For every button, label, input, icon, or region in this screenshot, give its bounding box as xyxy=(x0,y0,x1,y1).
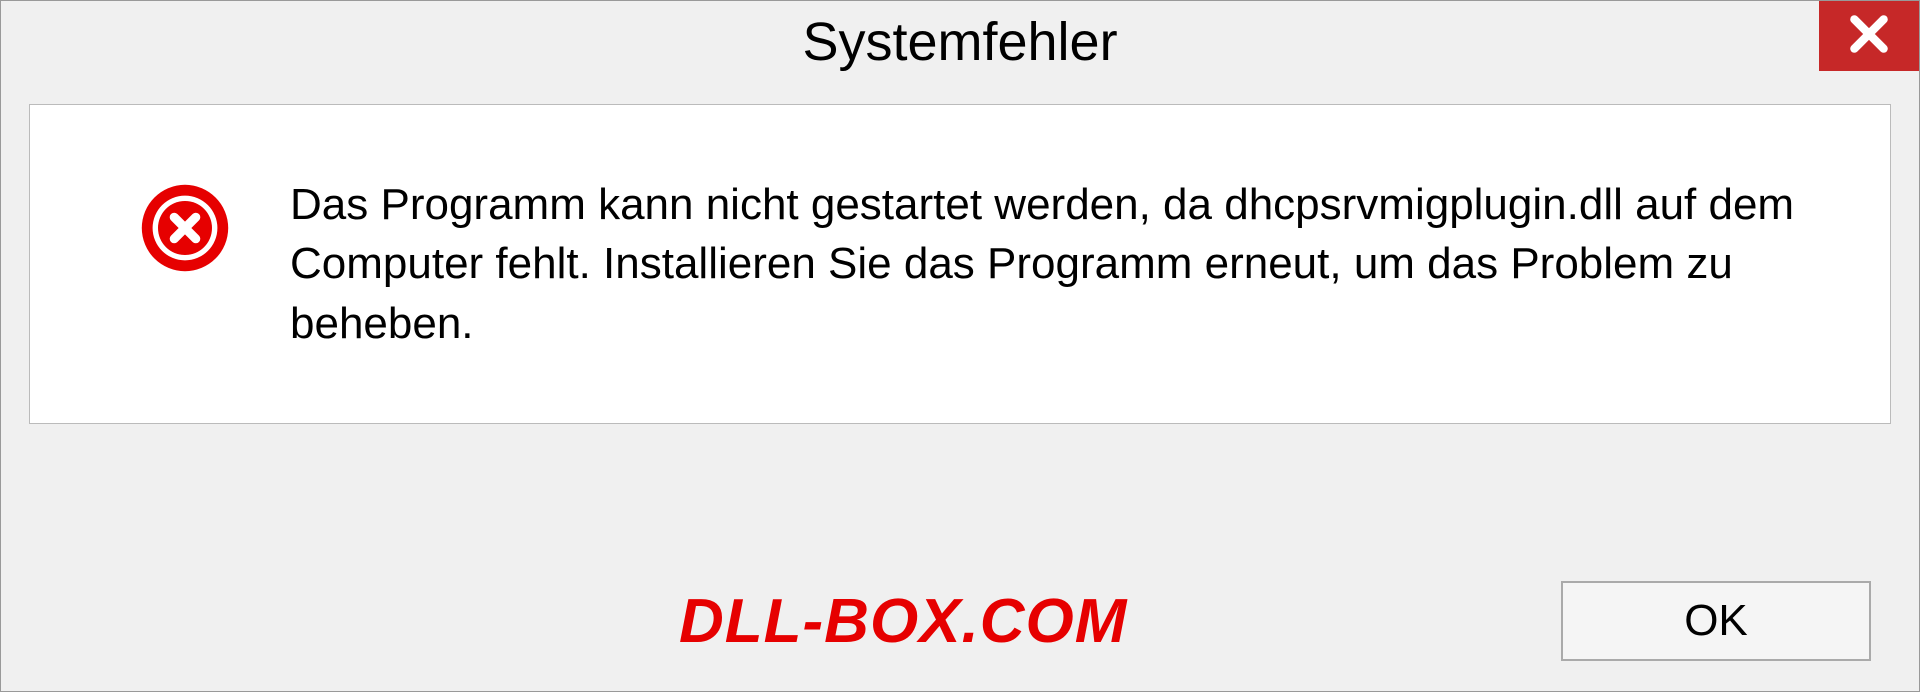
dialog-footer: DLL-BOX.COM OK xyxy=(1,551,1919,691)
titlebar: Systemfehler xyxy=(1,1,1919,86)
error-message: Das Programm kann nicht gestartet werden… xyxy=(290,175,1800,353)
close-icon xyxy=(1847,12,1891,61)
error-dialog: Systemfehler Das Programm kann nicht ges… xyxy=(0,0,1920,692)
ok-button[interactable]: OK xyxy=(1561,581,1871,661)
message-panel: Das Programm kann nicht gestartet werden… xyxy=(29,104,1891,424)
error-icon xyxy=(140,183,230,273)
dialog-title: Systemfehler xyxy=(802,11,1117,73)
watermark-text: DLL-BOX.COM xyxy=(679,586,1127,657)
close-button[interactable] xyxy=(1819,1,1919,71)
